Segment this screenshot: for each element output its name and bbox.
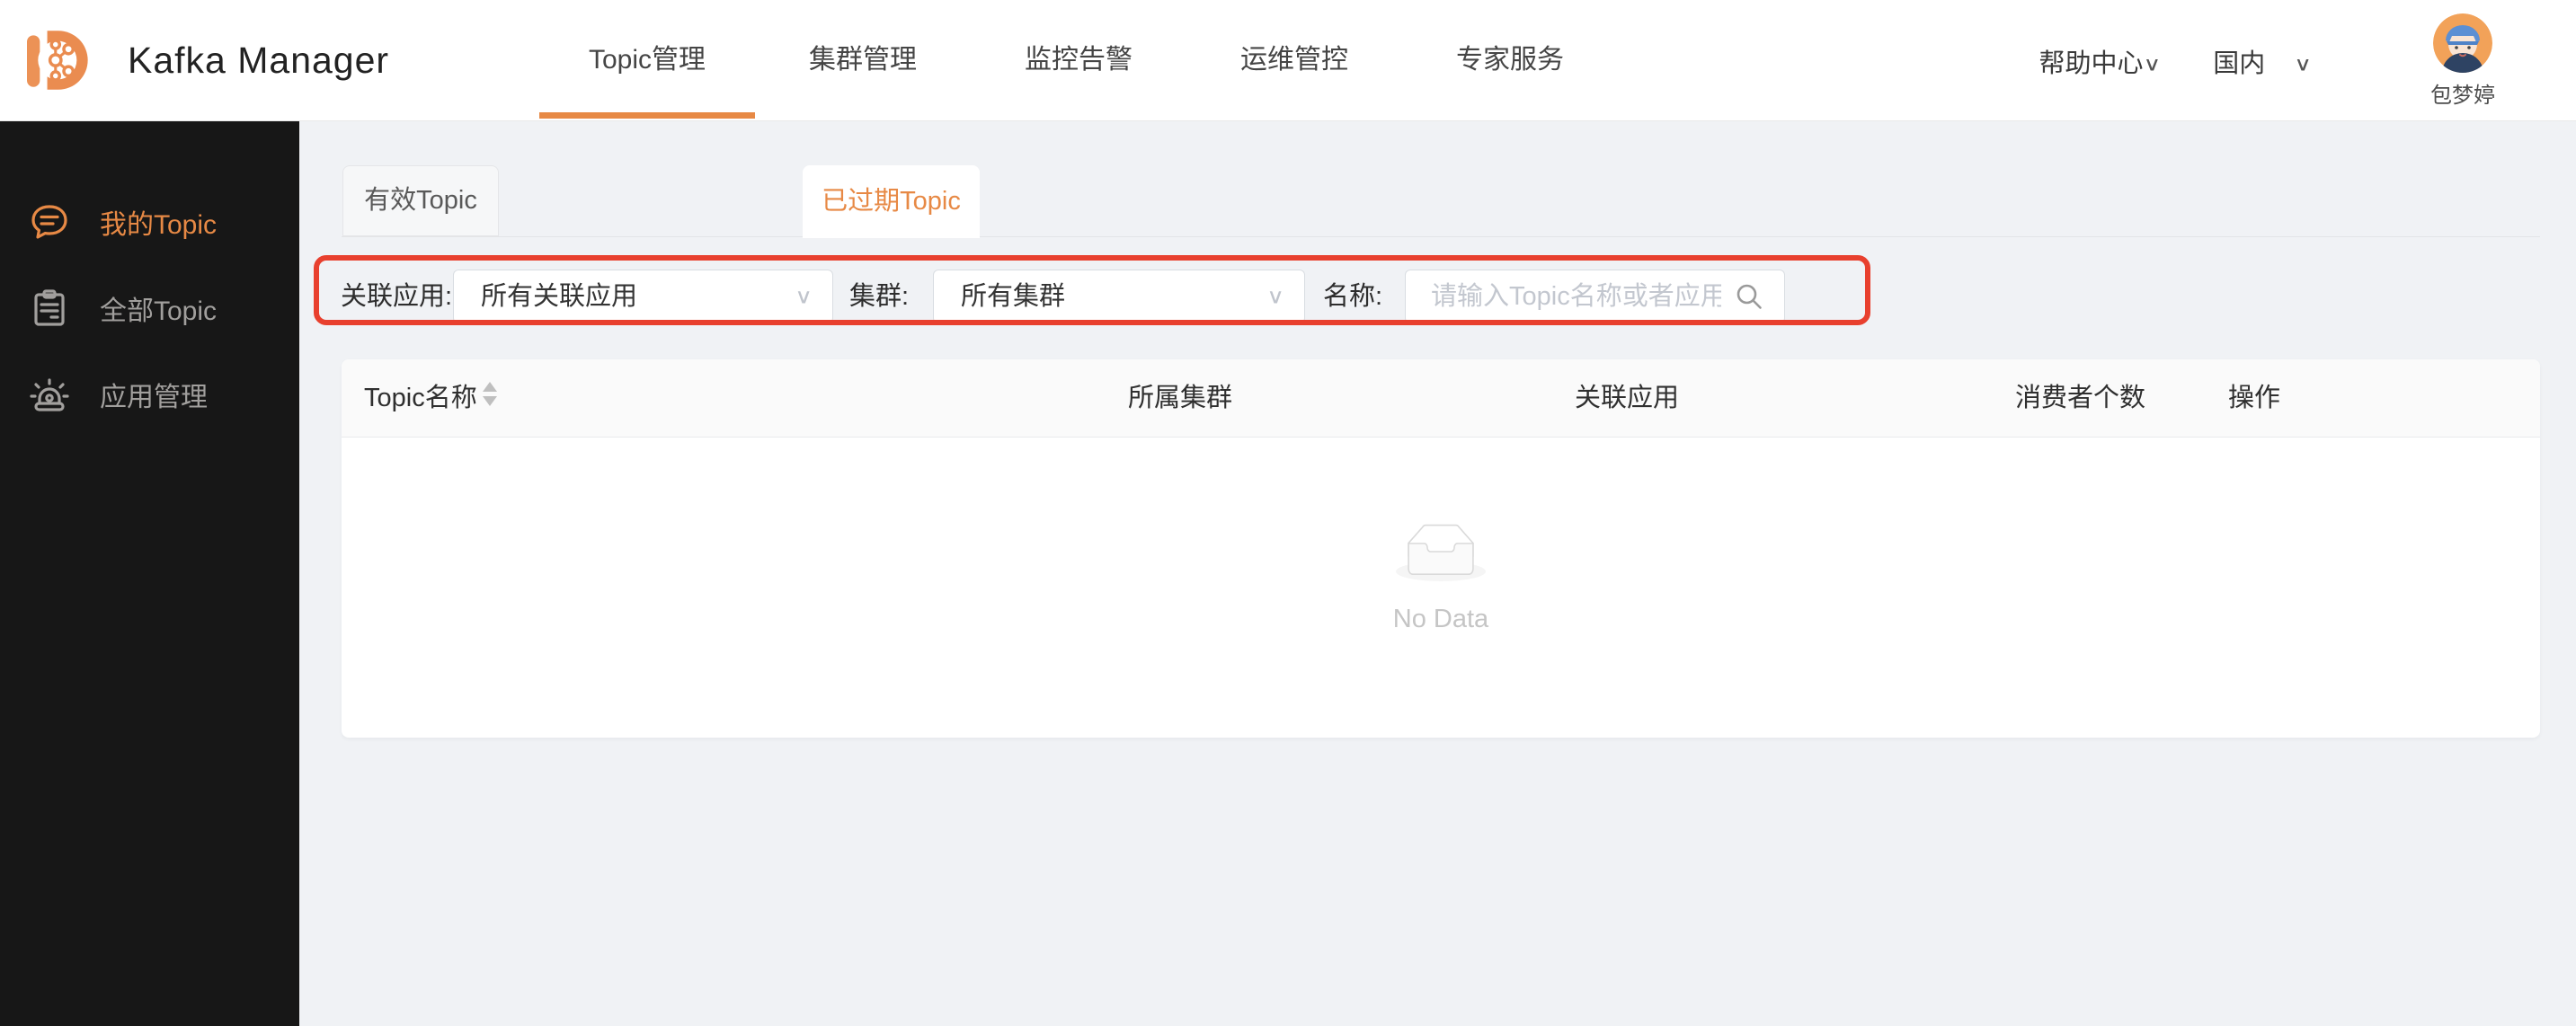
column-topic-name: Topic名称 (364, 384, 477, 412)
app-title: Kafka Manager (128, 40, 390, 81)
clipboard-icon (28, 287, 71, 330)
tabs-divider (342, 236, 2540, 237)
sidebar: 我的Topic 全部Topic 应用管理 (0, 121, 299, 1026)
top-header: Kafka Manager Topic管理 集群管理 监控告警 运维管控 专家服… (0, 0, 2576, 121)
tab-expired-topic[interactable]: 已过期Topic (803, 165, 980, 238)
sort-ascending-icon[interactable] (483, 382, 497, 392)
column-cluster: 所属集群 (1128, 384, 1233, 412)
sidebar-item-label: 应用管理 (100, 383, 208, 412)
empty-state: No Data (342, 438, 2540, 634)
filter-app-label: 关联应用: (341, 282, 453, 311)
siren-icon (28, 373, 71, 416)
sidebar-item-my-topic[interactable]: 我的Topic (0, 179, 299, 265)
filter-cluster-select[interactable]: 所有集群 ∨ (933, 270, 1305, 323)
column-consumer-count: 消费者个数 (2015, 384, 2146, 412)
help-center-menu[interactable]: 帮助中心∨ (2039, 42, 2161, 80)
avatar[interactable] (2433, 13, 2492, 73)
region-label: 国内 (2213, 49, 2266, 78)
filter-cluster-value: 所有集群 (961, 282, 1066, 311)
chevron-down-icon: ∨ (2294, 52, 2312, 75)
tab-valid-topic[interactable]: 有效Topic (342, 165, 499, 236)
empty-state-text: No Data (1392, 605, 1489, 633)
table-header-row: Topic名称 所属集群 关联应用 消费者个数 操作 (342, 359, 2540, 438)
chat-bubble-icon (28, 200, 71, 243)
topic-search-input[interactable] (1405, 270, 1785, 323)
nav-expert-service[interactable]: 专家服务 (1402, 0, 1618, 120)
search-icon[interactable] (1734, 281, 1764, 312)
region-selector[interactable]: 国内 ∨ (2213, 42, 2312, 80)
header-right-area: 帮助中心∨ 国内 ∨ 包梦婷 (2039, 0, 2576, 121)
chevron-down-icon: ∨ (1266, 285, 1284, 308)
filter-name-label: 名称: (1323, 282, 1383, 311)
nav-ops-control[interactable]: 运维管控 (1186, 0, 1402, 120)
filter-cluster-label: 集群: (849, 282, 910, 311)
user-name: 包梦婷 (2430, 83, 2495, 108)
chevron-down-icon: ∨ (2143, 52, 2162, 75)
sidebar-item-label: 我的Topic (100, 210, 218, 240)
sidebar-item-app-management[interactable]: 应用管理 (0, 351, 299, 438)
nav-monitor-alert[interactable]: 监控告警 (971, 0, 1186, 120)
top-navigation: Topic管理 集群管理 监控告警 运维管控 专家服务 (539, 0, 1618, 120)
sidebar-item-label: 全部Topic (100, 296, 218, 326)
filter-app-select[interactable]: 所有关联应用 ∨ (453, 270, 833, 323)
kafka-manager-logo-icon[interactable] (27, 23, 101, 97)
chevron-down-icon: ∨ (795, 285, 813, 308)
sort-descending-icon[interactable] (483, 396, 497, 406)
nav-topic-management[interactable]: Topic管理 (539, 0, 755, 120)
user-profile[interactable]: 包梦婷 (2420, 13, 2506, 109)
empty-inbox-icon (1396, 524, 1486, 581)
main-content: 有效Topic 已过期Topic 关联应用: 所有关联应用 ∨ 集群: 所有集群… (299, 121, 2576, 1026)
filter-app-value: 所有关联应用 (481, 282, 638, 311)
column-actions: 操作 (2228, 384, 2281, 412)
sidebar-item-all-topic[interactable]: 全部Topic (0, 265, 299, 351)
nav-cluster-management[interactable]: 集群管理 (755, 0, 971, 120)
sort-toggle[interactable] (483, 382, 497, 416)
topic-table: Topic名称 所属集群 关联应用 消费者个数 操作 No Data (342, 359, 2540, 738)
column-related-app: 关联应用 (1575, 384, 1680, 412)
help-center-label: 帮助中心 (2039, 49, 2144, 78)
